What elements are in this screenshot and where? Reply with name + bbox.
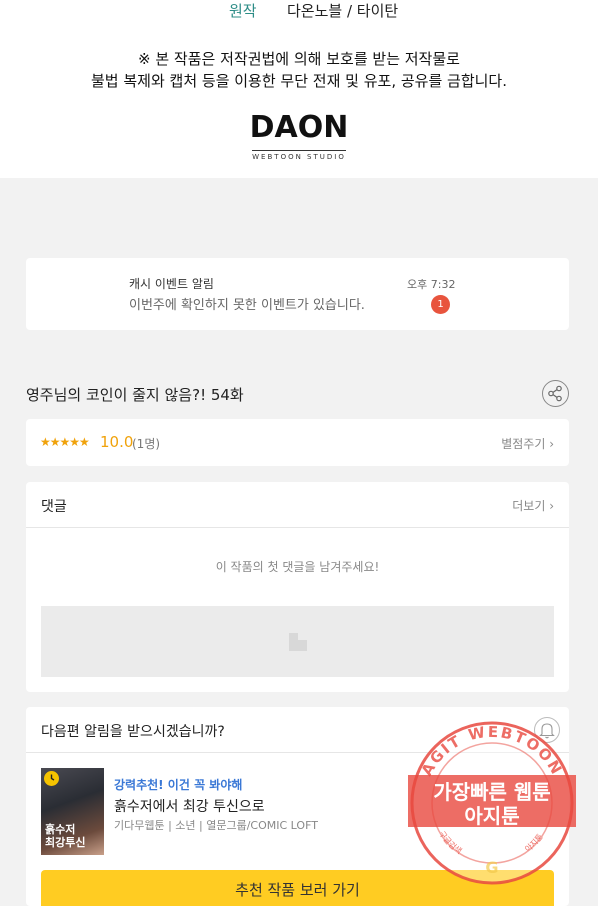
event-title: 캐시 이벤트 알림 — [129, 277, 214, 291]
star-rating-icons: ★★★★★ — [40, 435, 90, 449]
rate-button[interactable]: 별점주기 › — [501, 435, 554, 452]
notice-line-2: 불법 복제와 캡처 등을 이용한 무단 전재 및 유포, 공유를 금합니다. — [90, 72, 508, 90]
next-alert-prompt: 다음편 알림을 받으시겠습니까? — [41, 724, 225, 740]
notice-line-1: ※ 본 작품은 저작권법에 의해 보호를 받는 저작물로 — [138, 50, 460, 68]
comments-more-link[interactable]: 더보기 › — [512, 497, 554, 514]
recommend-thumbnail[interactable]: 흙수저 최강투신 — [41, 768, 104, 855]
comments-header: 댓글 더보기 › — [26, 482, 569, 528]
next-alert-header: 다음편 알림을 받으시겠습니까? — [26, 707, 569, 753]
thumbnail-title-art: 흙수저 최강투신 — [45, 823, 86, 849]
origin-label: 원작 — [229, 2, 257, 20]
comments-section: 댓글 더보기 › 이 작품의 첫 댓글을 남겨주세요! — [26, 482, 569, 692]
episode-title: 영주님의 코인이 줄지 않음?! 54화 — [26, 386, 244, 404]
event-time: 오후 7:32 — [407, 278, 456, 291]
view-recommendations-button[interactable]: 추천 작품 보러 가기 — [41, 870, 554, 906]
wait-free-clock-icon — [44, 771, 59, 786]
event-message: 이번주에 확인하지 못한 이벤트가 있습니다. — [129, 298, 365, 313]
comments-label: 댓글 — [41, 499, 67, 515]
logo-main-text: DAON — [249, 110, 349, 145]
rating-card: ★★★★★ 10.0 (1명) 별점주기 › — [26, 419, 569, 466]
recommend-meta: 기다무웹툰 | 소년 | 열문그룹/COMIC LOFT — [114, 819, 318, 832]
share-icon — [548, 385, 562, 402]
event-notification[interactable]: 캐시 이벤트 알림 이번주에 확인하지 못한 이벤트가 있습니다. 오후 7:3… — [26, 258, 569, 330]
comments-empty-text: 이 작품의 첫 댓글을 남겨주세요! — [215, 560, 380, 574]
share-button[interactable] — [542, 380, 569, 407]
rating-score: 10.0 — [100, 433, 134, 451]
alert-toggle-button[interactable] — [534, 717, 560, 743]
recommend-title[interactable]: 흙수저에서 최강 투신으로 — [114, 796, 265, 816]
origin-value[interactable]: 다온노블 / 타이탄 — [287, 0, 398, 21]
rating-count: (1명) — [132, 437, 161, 451]
event-badge: 1 — [431, 295, 450, 314]
origin-row: 원작 다온노블 / 타이탄 — [0, 0, 598, 22]
comment-input-box[interactable] — [41, 606, 554, 677]
bell-icon — [539, 723, 555, 739]
next-episode-section: 다음편 알림을 받으시겠습니까? 흙수저 최강투신 강력추천! 이건 꼭 봐야해… — [26, 707, 569, 906]
header-section: 원작 다온노블 / 타이탄 ※ 본 작품은 저작권법에 의해 보호를 받는 저작… — [0, 0, 598, 178]
image-placeholder-icon — [289, 633, 307, 651]
logo-sub-text: WEBTOON STUDIO — [252, 150, 346, 162]
recommend-tag: 강력추천! 이건 꼭 봐야해 — [114, 778, 243, 792]
copyright-notice: ※ 본 작품은 저작권법에 의해 보호를 받는 저작물로 불법 복제와 캡처 등… — [0, 48, 598, 92]
studio-logo: DAON WEBTOON STUDIO — [243, 110, 355, 162]
